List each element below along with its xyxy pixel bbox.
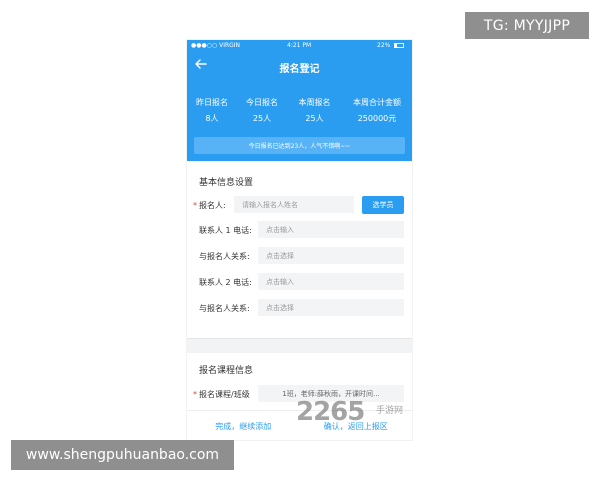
pick-student-button[interactable]: 选学员 [362, 196, 404, 214]
contact2-phone-input[interactable]: 点击输入 [258, 273, 404, 290]
stat-label: 本周合计金额 [353, 98, 401, 107]
registrant-name-input[interactable]: 请输入报名人姓名 [234, 196, 354, 213]
label-text: 报名人: [199, 201, 226, 210]
section-divider [187, 338, 412, 353]
battery-percent: 22% [377, 42, 391, 49]
field-label-relation2: 与报名人关系: [199, 304, 250, 313]
stat-week: 本周报名 25人 [287, 95, 342, 127]
header-panel: ●●●○○ VIRGIN 4:21 PM 22% 报名登记 昨日报名 8人 今日… [187, 40, 412, 161]
required-mark: * [193, 201, 197, 210]
site-badge: www.shengpuhuanbao.com [11, 440, 234, 470]
clock: 4:21 PM [287, 42, 312, 49]
stat-today: 今日报名 25人 [237, 95, 287, 127]
stat-label: 今日报名 [246, 98, 278, 107]
tg-badge: TG: MYYJJPP [465, 12, 589, 39]
status-bar: ●●●○○ VIRGIN 4:21 PM 22% [187, 40, 412, 52]
required-mark: * [193, 390, 197, 399]
battery-icon [394, 43, 404, 48]
stat-value: 25人 [305, 114, 324, 123]
section-title-basic: 基本信息设置 [199, 178, 254, 188]
field-label-contact1-phone: 联系人 1 电话: [199, 226, 252, 235]
field-label-course: * 报名课程/班级 [193, 389, 250, 400]
page-title: 报名登记 [279, 64, 320, 75]
contact1-phone-input[interactable]: 点击输入 [258, 221, 404, 238]
stats-row: 昨日报名 8人 今日报名 25人 本周报名 25人 本周合计金额 250000元 [187, 95, 412, 127]
stat-yesterday: 昨日报名 8人 [187, 95, 237, 127]
field-label-contact2-phone: 联系人 2 电话: [199, 278, 252, 287]
phone-screen: ●●●○○ VIRGIN 4:21 PM 22% 报名登记 昨日报名 8人 今日… [187, 40, 412, 440]
relation2-select[interactable]: 点击选择 [258, 299, 404, 316]
section-title-course: 报名课程信息 [199, 366, 254, 376]
label-text: 报名课程/班级 [199, 390, 250, 399]
course-class-select[interactable]: 1班，老师:薛秋雨，开课时间... [258, 385, 404, 402]
stat-label: 本周报名 [298, 98, 331, 107]
notice-banner: 今日报名已达到23人，人气不错啊~~ [194, 137, 405, 154]
stat-week-amount: 本周合计金额 250000元 [342, 95, 412, 127]
carrier-label: ●●●○○ VIRGIN [191, 42, 241, 49]
stat-value: 8人 [205, 114, 219, 123]
bottom-action-bar: 完成，继续添加 确认，返回上报区 [187, 410, 412, 440]
stat-value: 250000元 [357, 114, 397, 123]
stat-label: 昨日报名 [196, 98, 228, 107]
field-label-registrant: * 报名人: [193, 200, 226, 211]
finish-continue-button[interactable]: 完成，继续添加 [187, 411, 300, 440]
confirm-return-button[interactable]: 确认，返回上报区 [300, 411, 413, 440]
relation1-select[interactable]: 点击选择 [258, 247, 404, 264]
field-label-relation1: 与报名人关系: [199, 252, 250, 261]
stat-value: 25人 [252, 114, 272, 123]
screenshot-page: TG: MYYJJPP ●●●○○ VIRGIN 4:21 PM 22% 报名登… [0, 0, 600, 480]
